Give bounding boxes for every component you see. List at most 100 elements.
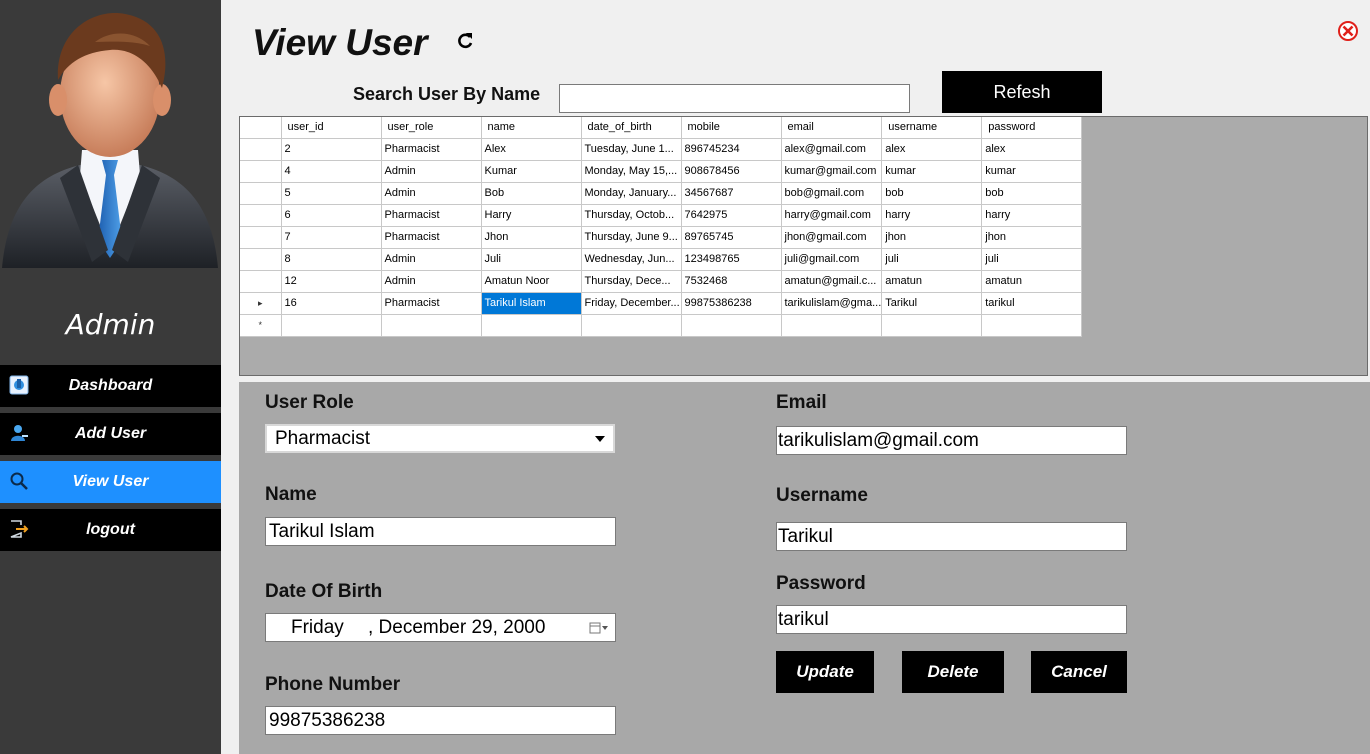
table-cell[interactable] — [881, 314, 983, 337]
table-cell[interactable] — [381, 314, 482, 337]
table-cell[interactable]: Thursday, Octob... — [581, 204, 682, 227]
table-cell[interactable]: 34567687 — [681, 182, 782, 205]
row-header[interactable] — [240, 248, 282, 271]
table-cell[interactable]: kumar@gmail.com — [781, 160, 883, 183]
table-cell[interactable]: Pharmacist — [381, 138, 482, 161]
table-cell[interactable]: Tuesday, June 1... — [581, 138, 682, 161]
table-cell[interactable] — [981, 314, 1083, 337]
table-cell[interactable]: jhon — [881, 226, 983, 249]
row-header[interactable] — [240, 160, 282, 183]
column-header[interactable]: date_of_birth — [581, 117, 682, 139]
column-header[interactable]: password — [981, 117, 1083, 139]
row-header[interactable] — [240, 226, 282, 249]
table-cell[interactable]: Harry — [481, 204, 582, 227]
username-field[interactable]: Tarikul — [776, 522, 1127, 551]
new-row[interactable]: * — [240, 314, 1083, 337]
table-cell[interactable]: kumar — [881, 160, 983, 183]
table-cell[interactable]: jhon — [981, 226, 1083, 249]
close-icon[interactable] — [1337, 20, 1359, 42]
table-cell[interactable]: 908678456 — [681, 160, 782, 183]
phone-field[interactable]: 99875386238 — [265, 706, 616, 735]
calendar-dropdown-icon[interactable] — [589, 622, 609, 634]
table-cell[interactable] — [581, 314, 682, 337]
table-cell[interactable]: Admin — [381, 182, 482, 205]
table-cell[interactable]: 7532468 — [681, 270, 782, 293]
table-cell[interactable]: juli — [881, 248, 983, 271]
table-cell[interactable]: 7 — [281, 226, 382, 249]
table-cell[interactable]: alex@gmail.com — [781, 138, 883, 161]
table-cell[interactable]: 89765745 — [681, 226, 782, 249]
table-cell[interactable]: 123498765 — [681, 248, 782, 271]
column-header[interactable]: name — [481, 117, 582, 139]
search-input[interactable] — [559, 84, 910, 113]
cancel-button[interactable]: Cancel — [1031, 651, 1127, 693]
table-cell[interactable]: 99875386238 — [681, 292, 782, 315]
table-cell[interactable]: harry — [981, 204, 1083, 227]
table-cell[interactable]: Tarikul — [881, 292, 983, 315]
table-cell[interactable]: jhon@gmail.com — [781, 226, 883, 249]
table-cell[interactable]: 7642975 — [681, 204, 782, 227]
table-row[interactable]: 6 Pharmacist Harry Thursday, Octob... 764297… — [240, 204, 1083, 227]
name-field[interactable]: Tarikul Islam — [265, 517, 616, 546]
table-cell[interactable]: 12 — [281, 270, 382, 293]
table-cell[interactable]: kumar — [981, 160, 1083, 183]
table-row[interactable]: 8 Admin Juli Wednesday, Jun... 123498765 juli… — [240, 248, 1083, 271]
table-cell[interactable]: Jhon — [481, 226, 582, 249]
column-header[interactable]: username — [881, 117, 983, 139]
table-cell[interactable]: 16 — [281, 292, 382, 315]
table-cell[interactable] — [481, 314, 582, 337]
column-header[interactable]: user_id — [281, 117, 382, 139]
column-header[interactable]: user_role — [381, 117, 482, 139]
table-row[interactable]: 4 Admin Kumar Monday, May 15,... 908678456 ku… — [240, 160, 1083, 183]
table-cell[interactable]: Bob — [481, 182, 582, 205]
table-cell[interactable]: Monday, January... — [581, 182, 682, 205]
table-row[interactable]: 12 Admin Amatun Noor Thursday, Dece... 75324… — [240, 270, 1083, 293]
table-cell[interactable]: Friday, December... — [581, 292, 682, 315]
table-cell[interactable]: amatun — [981, 270, 1083, 293]
update-button[interactable]: Update — [776, 651, 874, 693]
table-cell[interactable]: Pharmacist — [381, 292, 482, 315]
sidebar-item-add-user[interactable]: Add User — [0, 413, 221, 455]
table-cell[interactable]: amatun@gmail.c... — [781, 270, 883, 293]
table-cell[interactable]: Kumar — [481, 160, 582, 183]
table-cell[interactable]: alex — [881, 138, 983, 161]
table-row[interactable]: ▸ 16 Pharmacist Tarikul Islam Friday, Decemb… — [240, 292, 1083, 315]
table-cell[interactable]: Pharmacist — [381, 226, 482, 249]
table-cell[interactable]: harry — [881, 204, 983, 227]
row-header[interactable] — [240, 182, 282, 205]
row-header[interactable]: ▸ — [240, 292, 282, 315]
table-cell[interactable] — [781, 314, 883, 337]
table-cell[interactable]: Tarikul Islam — [481, 292, 582, 315]
table-cell[interactable]: bob — [881, 182, 983, 205]
table-cell[interactable] — [281, 314, 382, 337]
row-header[interactable] — [240, 270, 282, 293]
users-data-grid[interactable]: user_id user_role name date_of_birth mob… — [239, 116, 1368, 376]
table-row[interactable]: 7 Pharmacist Jhon Thursday, June 9... 897657… — [240, 226, 1083, 249]
table-cell[interactable]: bob — [981, 182, 1083, 205]
user-role-select[interactable]: Pharmacist — [265, 424, 615, 453]
table-cell[interactable]: alex — [981, 138, 1083, 161]
row-header[interactable] — [240, 138, 282, 161]
table-cell[interactable]: 5 — [281, 182, 382, 205]
table-cell[interactable]: Monday, May 15,... — [581, 160, 682, 183]
table-cell[interactable]: Alex — [481, 138, 582, 161]
table-cell[interactable]: Pharmacist — [381, 204, 482, 227]
table-cell[interactable]: juli@gmail.com — [781, 248, 883, 271]
dob-picker[interactable]: Friday , December 29, 2000 — [265, 613, 616, 642]
table-cell[interactable]: tarikulislam@gma... — [781, 292, 883, 315]
table-cell[interactable]: Thursday, Dece... — [581, 270, 682, 293]
table-cell[interactable] — [681, 314, 782, 337]
refresh-icon[interactable] — [455, 30, 475, 52]
table-cell[interactable]: juli — [981, 248, 1083, 271]
delete-button[interactable]: Delete — [902, 651, 1004, 693]
table-cell[interactable]: Admin — [381, 248, 482, 271]
password-field[interactable]: tarikul — [776, 605, 1127, 634]
table-cell[interactable]: harry@gmail.com — [781, 204, 883, 227]
sidebar-item-view-user[interactable]: View User — [0, 461, 221, 503]
table-cell[interactable]: Admin — [381, 270, 482, 293]
table-cell[interactable]: 4 — [281, 160, 382, 183]
table-cell[interactable]: Amatun Noor — [481, 270, 582, 293]
table-cell[interactable]: Juli — [481, 248, 582, 271]
table-cell[interactable]: 2 — [281, 138, 382, 161]
sidebar-item-dashboard[interactable]: Dashboard — [0, 365, 221, 407]
